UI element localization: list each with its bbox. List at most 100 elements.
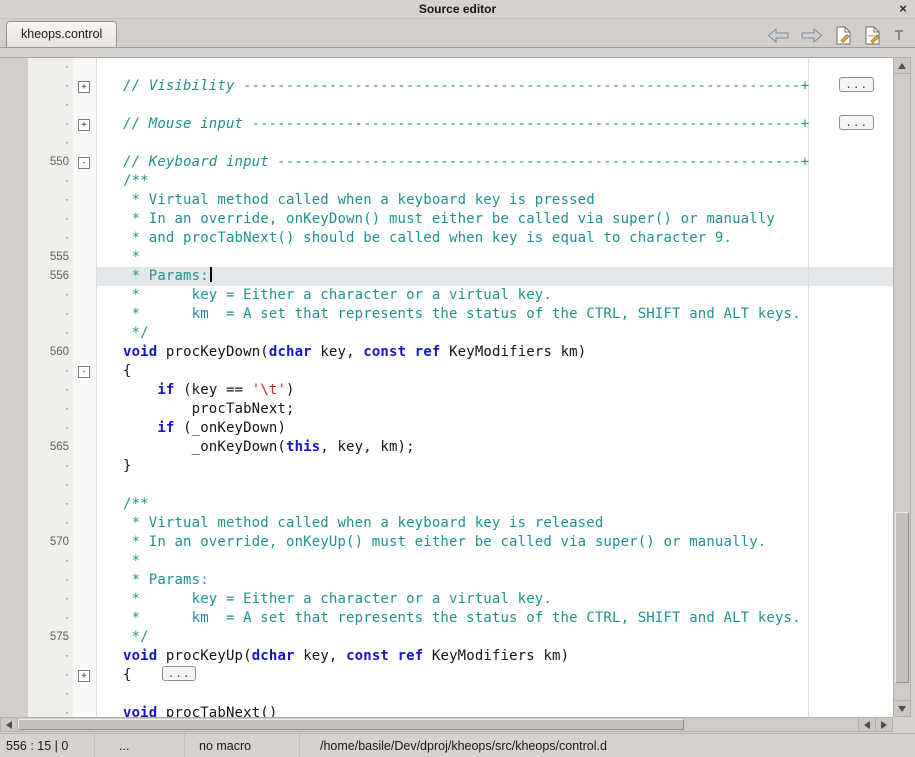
code-line[interactable]: · * In an override, onKeyDown() must eit… [0,210,893,229]
code-line[interactable]: · * key = Either a character or a virtua… [0,286,893,305]
code-text[interactable]: } [96,457,893,476]
code-text[interactable] [96,58,893,77]
code-line[interactable]: ·void procTabNext() [0,704,893,718]
fold-gutter[interactable] [73,96,96,115]
code-text[interactable]: /** [96,495,893,514]
code-text[interactable]: * Params: [96,571,893,590]
fold-gutter[interactable] [73,58,96,77]
fold-gutter[interactable] [73,609,96,628]
fold-gutter[interactable]: - [73,153,96,172]
fold-gutter[interactable] [73,419,96,438]
fold-gutter[interactable] [73,286,96,305]
marks-gutter[interactable] [0,134,28,153]
code-line[interactable]: · * [0,552,893,571]
line-number[interactable]: · [28,115,73,134]
horizontal-scrollbar[interactable] [0,717,893,732]
code-line[interactable]: 570 * In an override, onKeyUp() must eit… [0,533,893,552]
code-text[interactable]: _onKeyDown(this, key, km); [96,438,893,457]
new-doc-icon[interactable] [835,26,852,45]
nav-forward-icon[interactable] [801,28,823,43]
fold-gutter[interactable] [73,514,96,533]
marks-gutter[interactable] [0,476,28,495]
marks-gutter[interactable] [0,210,28,229]
tab-kheops-control[interactable]: kheops.control [6,21,117,47]
marks-gutter[interactable] [0,248,28,267]
code-line[interactable]: ·/** [0,495,893,514]
line-number[interactable]: · [28,685,73,704]
edit-doc-icon[interactable] [864,26,881,45]
code-line[interactable]: · [0,685,893,704]
code-text[interactable]: void procTabNext() [96,704,893,718]
fold-gutter[interactable] [73,267,96,286]
line-number[interactable]: · [28,400,73,419]
line-number[interactable]: · [28,457,73,476]
nav-back-icon[interactable] [767,28,789,43]
marks-gutter[interactable] [0,685,28,704]
line-number[interactable]: · [28,58,73,77]
line-number[interactable]: · [28,381,73,400]
code-text[interactable]: * km = A set that represents the status … [96,609,893,628]
fold-gutter[interactable] [73,324,96,343]
code-line[interactable]: · if (_onKeyDown) [0,419,893,438]
line-number[interactable]: · [28,666,73,685]
code-text[interactable]: * Params: [96,267,893,286]
line-number[interactable]: 556 [28,267,73,286]
marks-gutter[interactable] [0,324,28,343]
line-number[interactable]: · [28,362,73,381]
line-number[interactable]: · [28,590,73,609]
code-line[interactable]: 575 */ [0,628,893,647]
marks-gutter[interactable] [0,628,28,647]
code-line[interactable]: ·/** [0,172,893,191]
code-text[interactable]: if (key == '\t') [96,381,893,400]
line-number[interactable]: · [28,77,73,96]
line-number[interactable]: · [28,305,73,324]
fold-gutter[interactable] [73,191,96,210]
code-line[interactable]: · [0,96,893,115]
code-line[interactable]: · [0,58,893,77]
fold-gutter[interactable] [73,647,96,666]
line-number[interactable]: · [28,647,73,666]
line-number[interactable]: · [28,210,73,229]
code-text[interactable]: */ [96,324,893,343]
fold-gutter[interactable] [73,552,96,571]
code-line[interactable]: · * Virtual method called when a keyboar… [0,514,893,533]
code-line[interactable]: 550-// Keyboard input ------------------… [0,153,893,172]
marks-gutter[interactable] [0,343,28,362]
code-text[interactable]: */ [96,628,893,647]
line-number[interactable]: 550 [28,153,73,172]
marks-gutter[interactable] [0,96,28,115]
code-line[interactable]: · if (key == '\t') [0,381,893,400]
line-number[interactable]: 575 [28,628,73,647]
line-number[interactable]: · [28,552,73,571]
scroll-left-button[interactable] [1,718,18,731]
code-line[interactable]: · * Params: [0,571,893,590]
close-icon[interactable]: × [895,0,911,17]
code-line[interactable]: ·-{ [0,362,893,381]
marks-gutter[interactable] [0,571,28,590]
folded-code-ellipsis[interactable]: ... [839,115,874,130]
horizontal-scroll-thumb[interactable] [18,719,684,730]
marks-gutter[interactable] [0,609,28,628]
code-line[interactable]: · * km = A set that represents the statu… [0,609,893,628]
marks-gutter[interactable] [0,514,28,533]
marks-gutter[interactable] [0,115,28,134]
code-text[interactable]: if (_onKeyDown) [96,419,893,438]
fold-gutter[interactable] [73,704,96,718]
code-text[interactable]: // Mouse input -------------------------… [96,115,893,134]
code-text[interactable]: * Virtual method called when a keyboard … [96,191,893,210]
line-number[interactable]: 570 [28,533,73,552]
scroll-down-button[interactable] [894,700,910,716]
code-text[interactable]: * and procTabNext() should be called whe… [96,229,893,248]
marks-gutter[interactable] [0,229,28,248]
marks-gutter[interactable] [0,191,28,210]
line-number[interactable]: · [28,419,73,438]
code-line[interactable]: 560void procKeyDown(dchar key, const ref… [0,343,893,362]
marks-gutter[interactable] [0,381,28,400]
fold-expand-icon[interactable]: + [78,119,90,131]
code-text[interactable] [96,96,893,115]
fold-gutter[interactable] [73,476,96,495]
code-line[interactable]: ·void procKeyUp(dchar key, const ref Key… [0,647,893,666]
fold-gutter[interactable] [73,172,96,191]
code-text[interactable]: * [96,248,893,267]
vertical-scroll-track[interactable] [894,74,910,700]
